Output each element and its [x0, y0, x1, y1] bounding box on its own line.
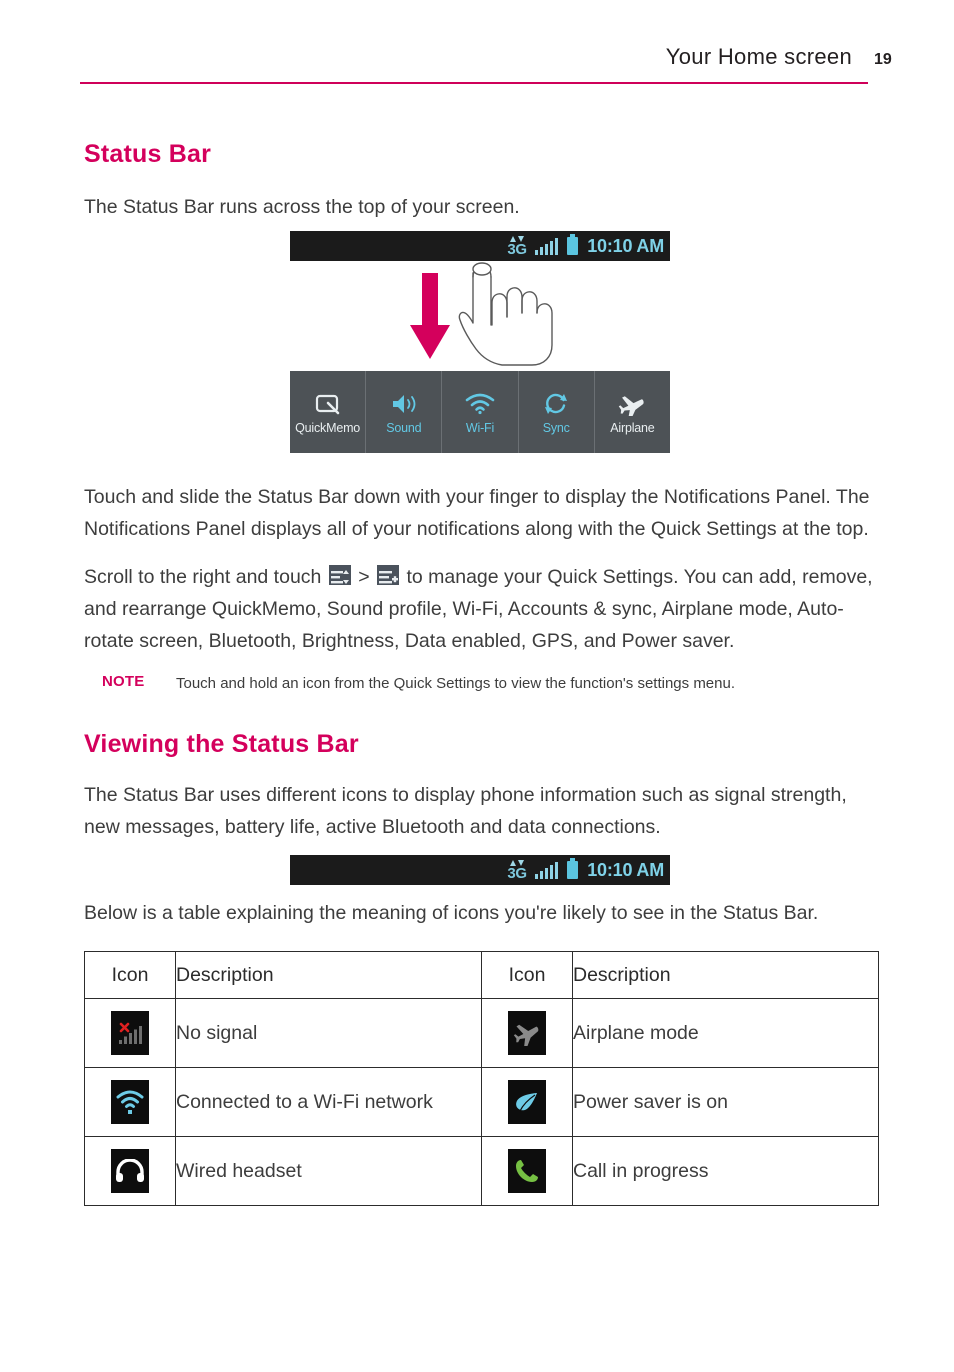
- table-row: Wired headset Call in progress: [84, 1136, 879, 1206]
- airplane-mode-icon: [508, 1011, 546, 1055]
- description-cell: No signal: [175, 998, 482, 1068]
- paragraph-notifications-panel: Touch and slide the Status Bar down with…: [84, 486, 870, 540]
- data-up-down-arrows-icon: 3G: [507, 235, 527, 258]
- quick-setting-label: Airplane: [610, 420, 655, 435]
- section-heading-status-bar: Status Bar: [84, 140, 212, 168]
- page-number: 19: [874, 51, 892, 68]
- hand-pointing-icon: [458, 262, 553, 366]
- note-label: NOTE: [102, 673, 145, 690]
- battery-icon: [567, 858, 579, 879]
- paragraph-manage-quick-settings: Scroll to the right and touch > to manag…: [84, 561, 876, 657]
- paragraph-viewing-intro: The Status Bar uses different icons to d…: [84, 784, 847, 838]
- no-signal-icon: [111, 1011, 149, 1055]
- power-saver-leaf-icon: [508, 1080, 546, 1124]
- header-divider: [80, 82, 868, 84]
- reorder-settings-icon: [328, 565, 351, 585]
- status-icon-table: Icon Description Icon Description No sig…: [84, 951, 879, 1206]
- icon-cell: [84, 1067, 176, 1137]
- quick-setting-airplane[interactable]: Airplane: [595, 371, 670, 453]
- icon-cell: [481, 1136, 573, 1206]
- down-arrow-icon: [410, 273, 450, 359]
- wifi-icon: [465, 390, 495, 418]
- icon-cell: [84, 1136, 176, 1206]
- status-bar-graphic: 3G 10:10 AM: [290, 231, 670, 261]
- page-title: Your Home screen: [665, 44, 852, 69]
- table-header-icon-right: Icon: [481, 951, 573, 999]
- signal-bars-icon: [534, 861, 559, 879]
- quick-setting-quickmemo[interactable]: QuickMemo: [290, 371, 367, 453]
- manage-text-separator: >: [352, 566, 376, 588]
- quickmemo-icon: [315, 390, 341, 418]
- quick-setting-sync[interactable]: Sync: [519, 371, 595, 453]
- status-bar-clock: 10:10 AM: [587, 859, 664, 880]
- note-block: NOTE Touch and hold an icon from the Qui…: [102, 673, 876, 694]
- status-bar-illustration: 3G 10:10 AM: [290, 231, 670, 261]
- quick-setting-wifi[interactable]: Wi-Fi: [442, 371, 519, 453]
- table-header-icon-left: Icon: [84, 951, 176, 999]
- quick-settings-panel[interactable]: QuickMemo Sound Wi-Fi Sync Airplane: [290, 371, 670, 453]
- icon-cell: [84, 998, 176, 1068]
- paragraph-below-table: Below is a table explaining the meaning …: [84, 902, 819, 924]
- table-row: No signal Airplane mode: [84, 998, 879, 1068]
- quick-setting-sound[interactable]: Sound: [366, 371, 443, 453]
- add-settings-icon: [377, 565, 400, 585]
- paragraph-status-bar-intro: The Status Bar runs across the top of yo…: [84, 196, 520, 218]
- description-cell: Wired headset: [175, 1136, 482, 1206]
- airplane-icon: [618, 390, 646, 418]
- note-text: Touch and hold an icon from the Quick Se…: [176, 675, 736, 692]
- manage-text-before: Scroll to the right and touch: [84, 566, 327, 588]
- icon-cell: [481, 998, 573, 1068]
- table-header-row: Icon Description Icon Description: [84, 951, 879, 999]
- network-type-label: 3G: [507, 864, 527, 882]
- description-cell: Airplane mode: [572, 998, 879, 1068]
- table-row: Connected to a Wi-Fi network Power saver…: [84, 1067, 879, 1137]
- wifi-connected-icon: [111, 1080, 149, 1124]
- table-header-description-right: Description: [572, 951, 879, 999]
- section-heading-viewing-status-bar: Viewing the Status Bar: [84, 730, 359, 758]
- status-bar-clock: 10:10 AM: [587, 235, 664, 256]
- battery-icon: [567, 234, 579, 255]
- status-bar-illustration-2: 3G 10:10 AM: [290, 855, 670, 885]
- signal-bars-icon: [534, 237, 559, 255]
- data-up-down-arrows-icon: 3G: [507, 859, 527, 882]
- description-cell: Connected to a Wi-Fi network: [175, 1067, 482, 1137]
- sound-speaker-icon: [390, 390, 418, 418]
- description-cell: Call in progress: [572, 1136, 879, 1206]
- description-cell: Power saver is on: [572, 1067, 879, 1137]
- sync-icon: [543, 390, 569, 418]
- wired-headset-icon: [111, 1149, 149, 1193]
- quick-setting-label: Wi-Fi: [465, 420, 495, 435]
- quick-setting-label: Sync: [542, 420, 570, 435]
- icon-cell: [481, 1067, 573, 1137]
- page-header: Your Home screen 19: [80, 44, 900, 90]
- quick-setting-label: Sound: [386, 420, 422, 435]
- network-type-label: 3G: [507, 240, 527, 258]
- status-bar-graphic-2: 3G 10:10 AM: [290, 855, 670, 885]
- table-header-description-left: Description: [175, 951, 482, 999]
- swipe-down-gesture-illustration: [290, 261, 670, 371]
- page-content: Status Bar The Status Bar runs across th…: [84, 140, 879, 1206]
- quick-setting-label: QuickMemo: [295, 420, 361, 435]
- call-in-progress-icon: [508, 1149, 546, 1193]
